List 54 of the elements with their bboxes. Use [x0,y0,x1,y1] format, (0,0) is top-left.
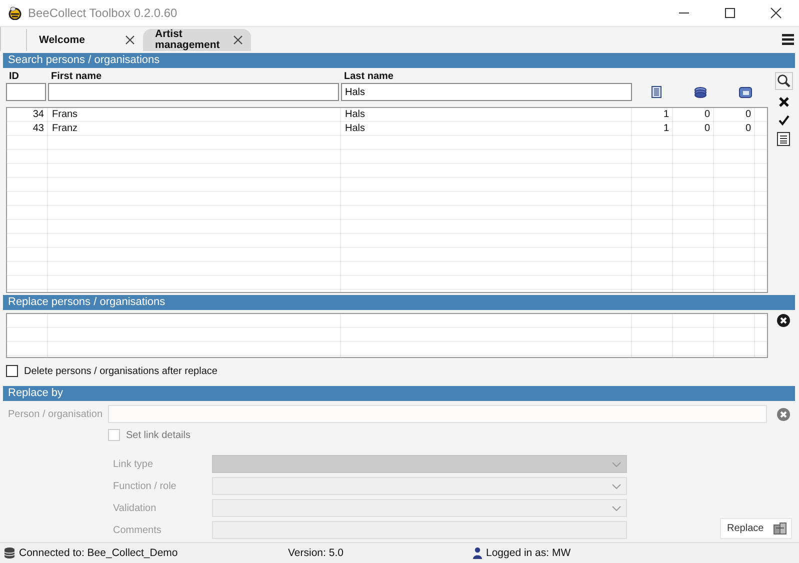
field-label: First name [51,71,102,82]
chevron-icon [612,462,621,466]
table-cell-text: 0 [703,122,711,136]
search-icon[interactable] [774,72,792,90]
table-cell-text: 1 [662,122,670,136]
menu-icon[interactable] [782,34,794,45]
status-text: Logged in as: MW [486,547,571,559]
table-cell-text: 0 [703,108,711,122]
chevron-icon [612,506,621,510]
tab[interactable]: Artist management [143,29,251,51]
checkbox[interactable] [6,365,18,377]
table-cell-text: Frans [51,108,79,122]
table-cell-text: Hals [344,122,366,136]
database-icon [4,547,15,559]
input-field[interactable] [6,83,46,101]
folder-icon [739,86,752,98]
user-icon [473,547,482,559]
field-label: ID [9,71,19,82]
merge-icon [773,522,787,536]
checkbox-label: Set link details [126,430,190,440]
field-label: Function / role [113,480,178,492]
close-icon[interactable] [778,96,790,108]
replace-button[interactable]: Replace [720,518,792,539]
field-label: Person / organisation [8,408,104,420]
clear-icon[interactable] [777,408,790,420]
input-field[interactable]: Hals [341,83,632,101]
input-field[interactable] [48,83,339,101]
bee-icon [8,6,22,20]
status-text: Version: 5.0 [288,547,344,559]
remove-icon[interactable] [777,314,790,327]
close-icon[interactable] [233,35,243,45]
table-cell-text: 1 [662,108,670,122]
chevron-icon [612,484,621,488]
field-label: Comments [113,524,162,536]
document-icon [650,86,662,98]
status-text: Connected to: Bee_Collect_Demo [19,547,178,559]
window-title: BeeCollect Toolbox 0.2.0.60 [28,6,178,20]
table-cell-text: 43 [32,122,45,136]
section-header: Replace persons / organisations [3,295,795,310]
table-cell-text: 0 [744,122,752,136]
table-cell-text: Hals [344,108,366,122]
field-label: Link type [113,458,154,470]
table-cell-text: 34 [32,108,45,122]
list-icon[interactable] [777,132,790,146]
field-label: Validation [113,502,158,514]
close-icon[interactable] [125,35,135,45]
table-cell-text: Franz [51,122,79,136]
table-cell-text: 0 [744,108,752,122]
checkbox-label: Delete persons / organisations after replace [24,366,218,376]
check-icon[interactable] [778,114,790,126]
stack-icon [694,86,708,98]
section-header: Replace by [3,386,795,401]
section-header: Search persons / organisations [3,53,795,68]
field-label: Last name [344,71,394,82]
